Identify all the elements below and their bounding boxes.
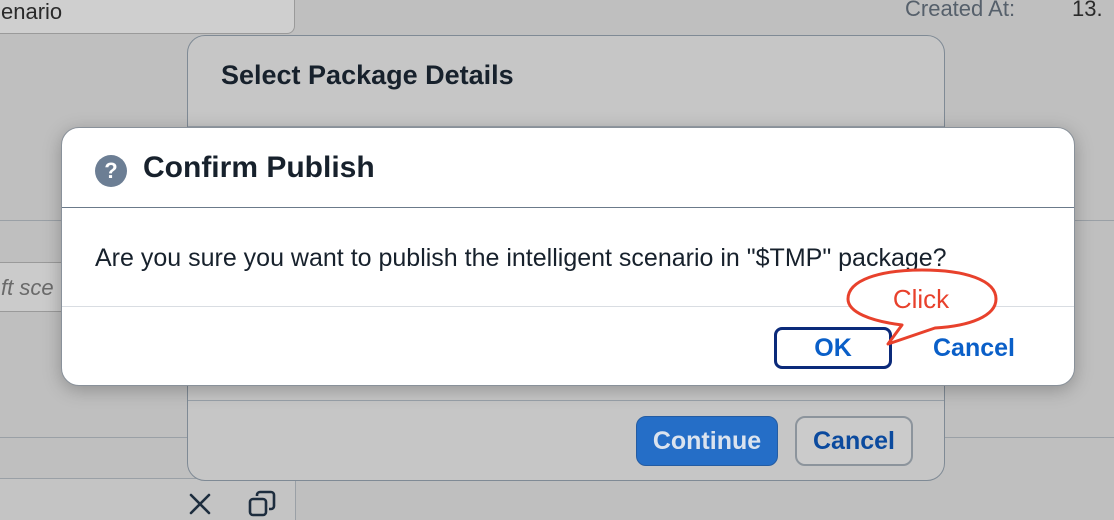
confirm-message: Are you sure you want to publish the int… xyxy=(95,244,947,272)
background-divider xyxy=(0,437,190,438)
search-field[interactable]: ft sce xyxy=(0,262,70,312)
continue-button[interactable]: Continue xyxy=(636,416,778,466)
copy-icon[interactable] xyxy=(246,488,278,520)
confirm-dialog-header: ? Confirm Publish xyxy=(62,128,1074,208)
scenario-name-field[interactable]: enario xyxy=(0,0,295,34)
question-icon: ? xyxy=(95,155,127,187)
package-cancel-button[interactable]: Cancel xyxy=(795,416,913,466)
close-icon[interactable] xyxy=(186,490,214,518)
confirm-publish-dialog: ? Confirm Publish Are you sure you want … xyxy=(61,127,1075,386)
created-at-value: 13. xyxy=(1072,0,1103,21)
dialog-title: Select Package Details xyxy=(221,60,514,90)
dialog-footer-divider xyxy=(188,400,944,401)
background-divider xyxy=(944,437,1114,438)
created-at-label: Created At: xyxy=(905,0,1016,21)
confirm-dialog-title: Confirm Publish xyxy=(143,151,375,184)
click-annotation-text: Click xyxy=(892,284,950,314)
